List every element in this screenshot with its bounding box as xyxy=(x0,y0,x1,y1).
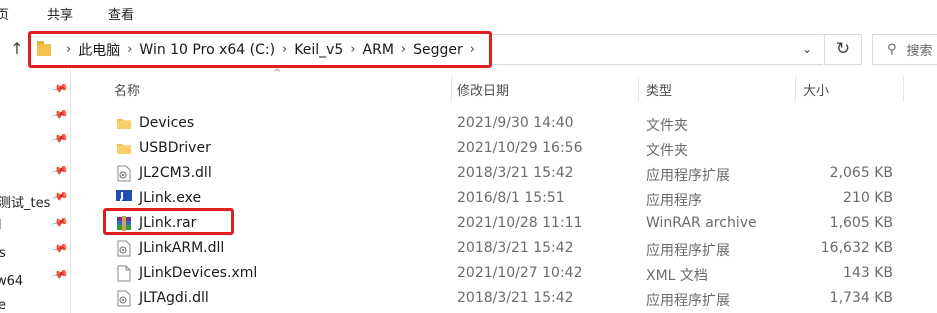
pin-icon[interactable]: 📌 xyxy=(51,213,69,231)
file-name: JLinkARM.dll xyxy=(139,240,225,256)
file-size: 16,632 KB xyxy=(820,240,893,256)
file-type: 应用程序 xyxy=(646,193,702,209)
pin-icon[interactable]: 📌 xyxy=(51,265,69,283)
chevron-right-icon[interactable]: › xyxy=(127,43,132,56)
pin-icon[interactable]: 📌 xyxy=(51,187,69,205)
file-name: USBDriver xyxy=(139,140,211,156)
file-name: JL2CM3.dll xyxy=(139,165,212,181)
nav-item-test[interactable]: 测试_tes xyxy=(0,192,50,211)
file-row[interactable]: JLTAgdi.dll 2018/3/21 15:42 应用程序扩展 1,734… xyxy=(104,286,904,311)
file-name: JLTAgdi.dll xyxy=(139,290,209,306)
chevron-down-icon[interactable]: ⌄ xyxy=(798,40,816,58)
navigation-pane: 📌 📌 📌 📌 📌 📌 📌 📌 测试_tes l s w64 e xyxy=(0,68,70,313)
file-type: 应用程序扩展 xyxy=(646,168,730,184)
column-divider[interactable] xyxy=(795,76,796,102)
file-type: 文件夹 xyxy=(646,118,688,134)
dll-file-icon xyxy=(117,240,131,257)
up-arrow-icon[interactable]: ↑ xyxy=(8,38,26,60)
column-divider[interactable] xyxy=(903,76,904,102)
file-type: WinRAR archive xyxy=(646,215,757,231)
file-type: 应用程序扩展 xyxy=(646,293,730,309)
chevron-right-icon[interactable]: › xyxy=(282,43,287,56)
refresh-button[interactable]: ↻ xyxy=(824,34,862,65)
breadcrumb-keil-v5[interactable]: Keil_v5 xyxy=(294,42,343,58)
file-date: 2018/3/21 15:42 xyxy=(457,290,574,306)
file-date: 2021/10/28 11:11 xyxy=(457,215,583,231)
dll-file-icon xyxy=(117,290,131,307)
column-header-date[interactable]: 修改日期 xyxy=(457,80,509,99)
chevron-right-icon[interactable]: › xyxy=(470,43,475,56)
file-type: 应用程序扩展 xyxy=(646,243,730,259)
file-date: 2021/9/30 14:40 xyxy=(457,115,574,131)
folder-icon xyxy=(117,119,131,129)
file-size: 1,734 KB xyxy=(829,290,893,306)
xml-file-icon xyxy=(117,265,131,282)
breadcrumb-this-pc[interactable]: 此电脑 xyxy=(78,40,120,60)
search-placeholder: 搜索 xyxy=(906,44,933,59)
file-row[interactable]: Devices 2021/9/30 14:40 文件夹 xyxy=(104,111,904,136)
search-input[interactable]: ⚲ 搜索 xyxy=(872,34,937,65)
file-name: JLink.exe xyxy=(139,190,202,206)
file-size: 2,065 KB xyxy=(829,165,893,181)
chevron-right-icon[interactable]: › xyxy=(66,43,71,56)
sort-ascending-icon: ^ xyxy=(273,68,282,79)
address-bar[interactable]: › 此电脑 › Win 10 Pro x64 (C:) › Keil_v5 › … xyxy=(28,31,492,68)
tab-view[interactable]: 查看 xyxy=(108,4,134,23)
pane-divider[interactable] xyxy=(70,68,71,313)
file-date: 2018/3/21 15:42 xyxy=(457,165,574,181)
file-size: 1,605 KB xyxy=(829,215,893,231)
pin-icon[interactable]: 📌 xyxy=(51,105,69,123)
file-date: 2021/10/29 16:56 xyxy=(457,140,583,156)
chevron-right-icon[interactable]: › xyxy=(401,43,406,56)
nav-item-e[interactable]: e xyxy=(0,298,6,313)
column-divider[interactable] xyxy=(451,76,452,102)
column-divider[interactable] xyxy=(638,76,639,102)
pin-icon[interactable]: 📌 xyxy=(51,239,69,257)
pin-icon[interactable]: 📌 xyxy=(51,161,69,179)
breadcrumb-drive-c[interactable]: Win 10 Pro x64 (C:) xyxy=(139,42,275,58)
dll-file-icon xyxy=(117,165,131,182)
column-header-name[interactable]: 名称 xyxy=(114,80,140,99)
folder-icon xyxy=(37,40,51,56)
file-row[interactable]: JL2CM3.dll 2018/3/21 15:42 应用程序扩展 2,065 … xyxy=(104,161,904,186)
file-size: 210 KB xyxy=(843,190,893,206)
nav-item-s[interactable]: s xyxy=(0,246,6,261)
file-row[interactable]: JLinkARM.dll 2018/3/21 15:42 应用程序扩展 16,6… xyxy=(104,236,904,261)
jlink-exe-icon xyxy=(116,190,132,207)
ribbon-tabs: 页 共享 查看 xyxy=(0,0,937,28)
chevron-right-icon[interactable]: › xyxy=(350,43,355,56)
highlight-box xyxy=(103,208,234,235)
file-date: 2018/3/21 15:42 xyxy=(457,240,574,256)
breadcrumb-segger[interactable]: Segger xyxy=(413,42,463,58)
tab-home[interactable]: 页 xyxy=(0,4,9,23)
file-type: XML 文档 xyxy=(646,268,708,284)
refresh-icon: ↻ xyxy=(835,39,851,59)
tab-share[interactable]: 共享 xyxy=(47,4,73,23)
file-date: 2021/10/27 10:42 xyxy=(457,265,583,281)
file-type: 文件夹 xyxy=(646,143,688,159)
folder-icon xyxy=(117,144,131,154)
address-bar-empty-area[interactable] xyxy=(492,34,823,65)
file-row[interactable]: JLinkDevices.xml 2021/10/27 10:42 XML 文档… xyxy=(104,261,904,286)
pin-icon[interactable]: 📌 xyxy=(51,79,69,97)
file-name: Devices xyxy=(139,115,195,131)
file-size: 143 KB xyxy=(843,265,893,281)
pin-icon[interactable]: 📌 xyxy=(51,129,69,147)
nav-item-w64[interactable]: w64 xyxy=(0,274,23,289)
search-icon: ⚲ xyxy=(887,42,897,57)
breadcrumb-arm[interactable]: ARM xyxy=(363,42,394,58)
nav-item-l[interactable]: l xyxy=(0,218,2,233)
file-name: JLinkDevices.xml xyxy=(139,265,258,281)
column-header-size[interactable]: 大小 xyxy=(803,80,829,99)
file-row[interactable]: USBDriver 2021/10/29 16:56 文件夹 xyxy=(104,136,904,161)
column-header-type[interactable]: 类型 xyxy=(646,80,672,99)
file-date: 2016/8/1 15:51 xyxy=(457,190,565,206)
